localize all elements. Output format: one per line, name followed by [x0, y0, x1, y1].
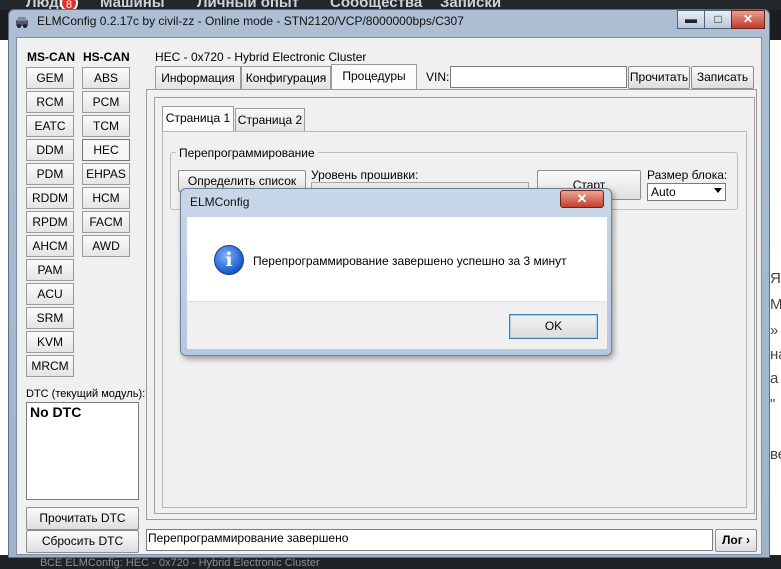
close-button[interactable]: ✕ [731, 10, 765, 29]
read-dtc-button[interactable]: Прочитать DTC [26, 507, 139, 530]
module-button-abs[interactable]: ABS [82, 67, 130, 89]
module-button-rcm[interactable]: RCM [26, 91, 74, 113]
block-size-select[interactable]: Auto [647, 183, 726, 201]
module-button-tcm[interactable]: TCM [82, 115, 130, 137]
bg-text-fragment: " [770, 396, 776, 413]
ok-button[interactable]: OK [509, 314, 598, 339]
module-button-rpdm[interactable]: RPDM [26, 211, 74, 233]
dialog-title: ELMConfig [190, 195, 250, 209]
info-icon: i [214, 245, 244, 275]
dtc-text: No DTC [30, 404, 82, 420]
dtc-label: DTC (текущий модуль): [26, 388, 146, 400]
tab-info[interactable]: Информация [155, 66, 241, 89]
clear-dtc-button[interactable]: Сбросить DTC [26, 530, 139, 553]
dialog-close-button[interactable]: ✕ [560, 190, 604, 208]
background-page-right: Я М » на а " ве [769, 40, 781, 560]
read-button[interactable]: Прочитать [628, 66, 690, 89]
block-size-label: Размер блока: [647, 168, 728, 182]
tab-config[interactable]: Конфигурация [241, 66, 331, 89]
bg-text-fragment: » [770, 322, 779, 339]
module-button-ehpas[interactable]: EHPAS [82, 163, 130, 185]
module-button-ddm[interactable]: DDM [26, 139, 74, 161]
module-button-pcm[interactable]: PCM [82, 91, 130, 113]
write-button[interactable]: Записать [691, 66, 754, 89]
tab-procedures[interactable]: Процедуры [331, 64, 417, 89]
maximize-button[interactable]: □ [704, 10, 732, 29]
firmware-level-label: Уровень прошивки: [311, 168, 419, 182]
bg-text-fragment: М [770, 296, 781, 313]
module-button-pdm[interactable]: PDM [26, 163, 74, 185]
window-title: ELMConfig 0.2.17c by civil-zz - Online m… [37, 14, 464, 28]
module-button-srm[interactable]: SRM [26, 307, 74, 329]
bg-text-fragment: Я [770, 270, 781, 287]
vin-label: VIN: [426, 70, 450, 84]
bg-text-fragment: на [770, 346, 781, 363]
tab-page-1[interactable]: Страница 1 [162, 106, 234, 131]
hs-can-header: HS-CAN [83, 50, 130, 64]
dialog-message: Перепрограммирование завершено успешно з… [253, 254, 567, 268]
module-button-pam[interactable]: PAM [26, 259, 74, 281]
log-button[interactable]: Лог › [715, 529, 757, 552]
module-button-eatc[interactable]: EATC [26, 115, 74, 137]
module-button-ahcm[interactable]: AHCM [26, 235, 74, 257]
vin-input[interactable] [450, 66, 627, 88]
module-button-hcm[interactable]: HCM [82, 187, 130, 209]
chevron-down-icon [714, 188, 722, 193]
module-button-kvm[interactable]: KVM [26, 331, 74, 353]
minimize-button[interactable]: ▬ [677, 10, 705, 29]
app-icon [15, 15, 29, 29]
reprogram-group-label: Перепрограммирование [176, 146, 318, 160]
ms-can-header: MS-CAN [27, 50, 75, 64]
module-button-rddm[interactable]: RDDM [26, 187, 74, 209]
block-size-value: Auto [651, 185, 676, 199]
bg-footer-text: ВСЕ ELMConfig: HEC - 0x720 - Hybrid Elec… [40, 557, 320, 569]
bg-text-fragment: а [770, 370, 779, 387]
module-button-mrcm[interactable]: MRCM [26, 355, 74, 377]
tab-page-2[interactable]: Страница 2 [235, 108, 305, 131]
status-text: Перепрограммирование завершено [148, 531, 349, 545]
module-button-facm[interactable]: FACM [82, 211, 130, 233]
module-button-gem[interactable]: GEM [26, 67, 74, 89]
bg-text-fragment: ве [770, 446, 781, 463]
module-title: HEC - 0x720 - Hybrid Electronic Cluster [155, 50, 367, 64]
module-button-awd[interactable]: AWD [82, 235, 130, 257]
module-button-acu[interactable]: ACU [26, 283, 74, 305]
module-button-hec[interactable]: HEC [82, 139, 130, 161]
